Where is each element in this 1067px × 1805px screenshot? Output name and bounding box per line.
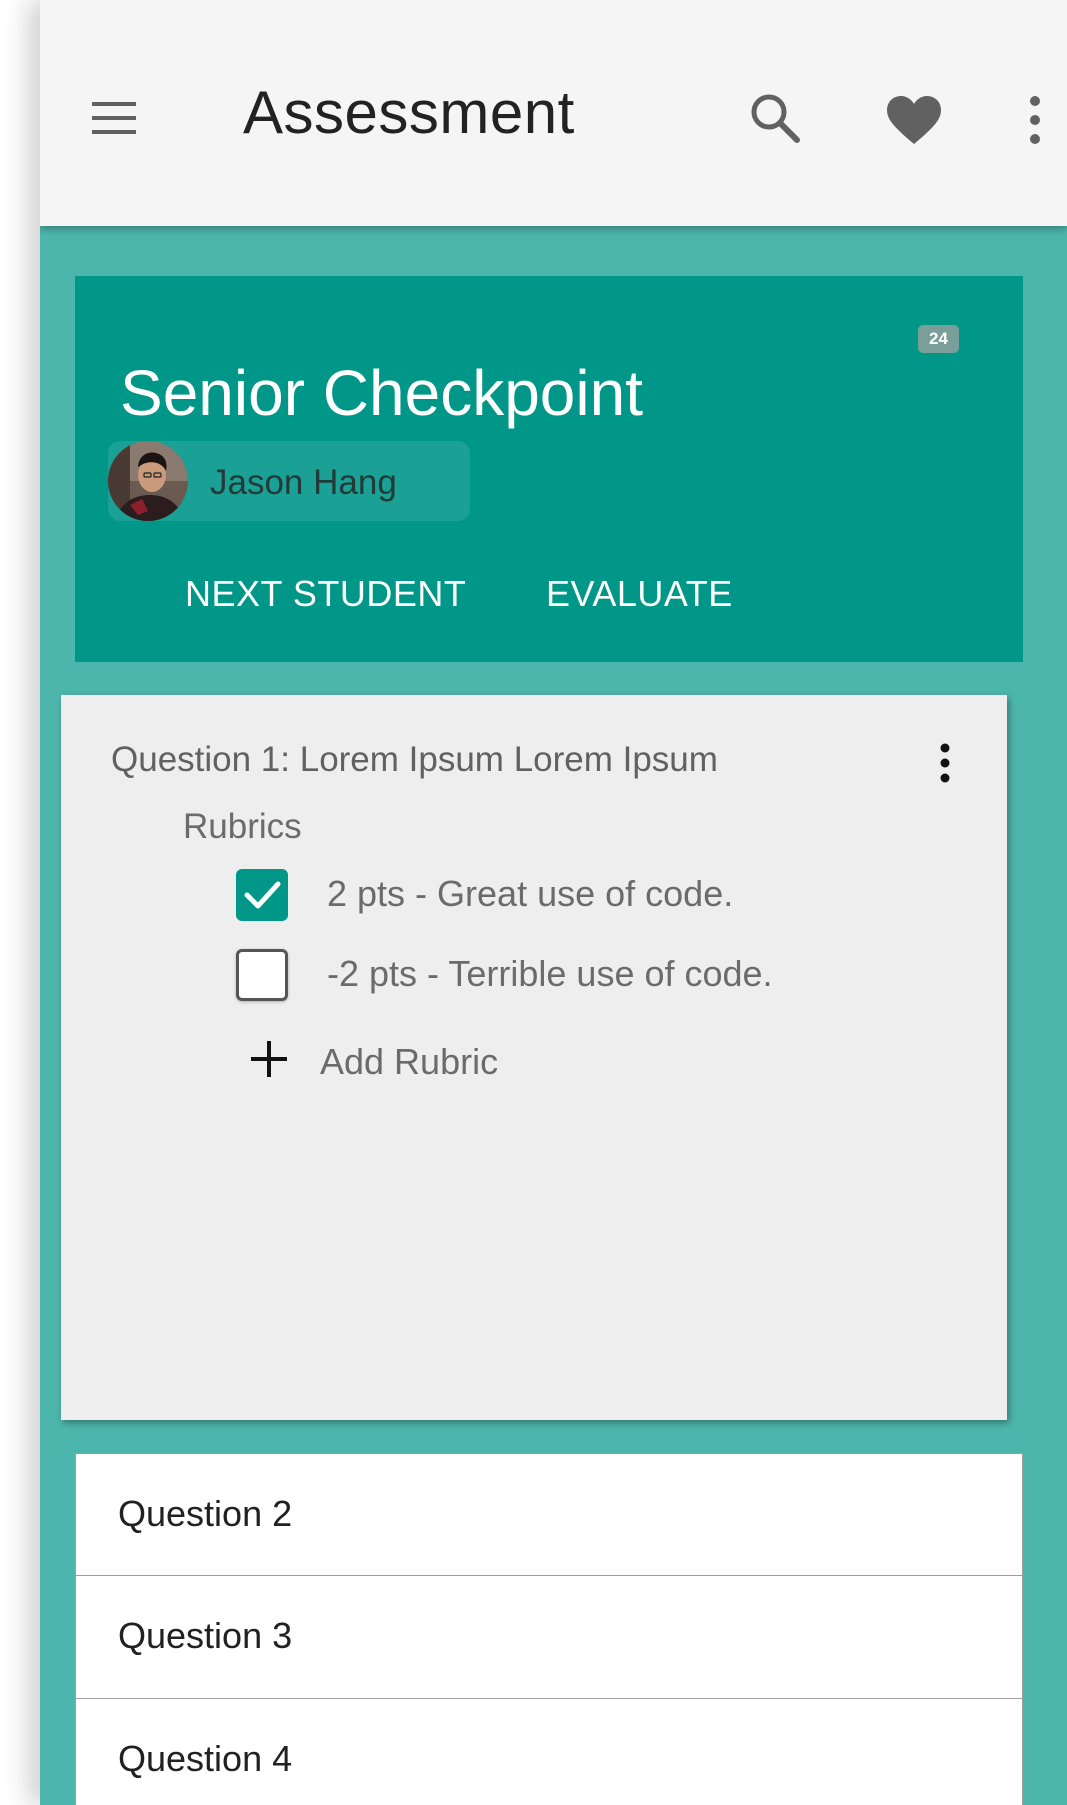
rubrics-label: Rubrics [183,807,302,846]
plus-icon [251,1041,287,1077]
rubric-checkbox-unchecked[interactable] [236,949,288,1001]
app-bar: Assessment [40,0,1067,226]
rubric-item: -2 pts - Terrible use of code. [61,945,1007,1005]
question-list: Question 2 Question 3 Question 4 [75,1453,1023,1805]
evaluate-button[interactable]: EVALUATE [546,573,733,615]
student-name: Jason Hang [210,463,397,502]
add-rubric-label: Add Rubric [320,1041,499,1082]
question-label: Question 4 [118,1738,293,1779]
question-list-item[interactable]: Question 2 [75,1453,1023,1576]
more-vert-icon[interactable] [930,741,960,785]
next-student-button[interactable]: NEXT STUDENT [185,573,466,615]
rubric-checkbox-checked[interactable] [236,869,288,921]
question-list-item[interactable]: Question 3 [75,1576,1023,1699]
student-chip[interactable]: Jason Hang [108,441,470,521]
add-rubric-button[interactable]: Add Rubric [61,1030,1007,1090]
assessment-header-card: 24 Senior Checkpoint Jason Hang NEXT STU… [75,276,1023,662]
question-list-item[interactable]: Question 4 [75,1699,1023,1805]
app-screen: Assessment 24 Senior Checkpoint Jason Ha… [40,0,1067,1805]
avatar [108,441,188,521]
count-badge: 24 [918,325,959,353]
question-label: Question 2 [118,1493,293,1534]
question-label: Question 3 [118,1615,293,1656]
check-icon [244,881,281,909]
question-card: Question 1: Lorem Ipsum Lorem Ipsum Rubr… [61,695,1007,1420]
rubric-text: 2 pts - Great use of code. [327,873,734,914]
rubric-item: 2 pts - Great use of code. [61,865,1007,925]
assessment-title: Senior Checkpoint [120,357,643,429]
menu-icon[interactable] [88,96,140,140]
question-title: Question 1: Lorem Ipsum Lorem Ipsum [111,740,718,779]
heart-icon[interactable] [885,94,943,146]
more-vert-icon[interactable] [1018,94,1052,146]
rubric-text: -2 pts - Terrible use of code. [327,953,773,994]
page-title: Assessment [243,79,575,146]
search-icon[interactable] [747,90,805,148]
